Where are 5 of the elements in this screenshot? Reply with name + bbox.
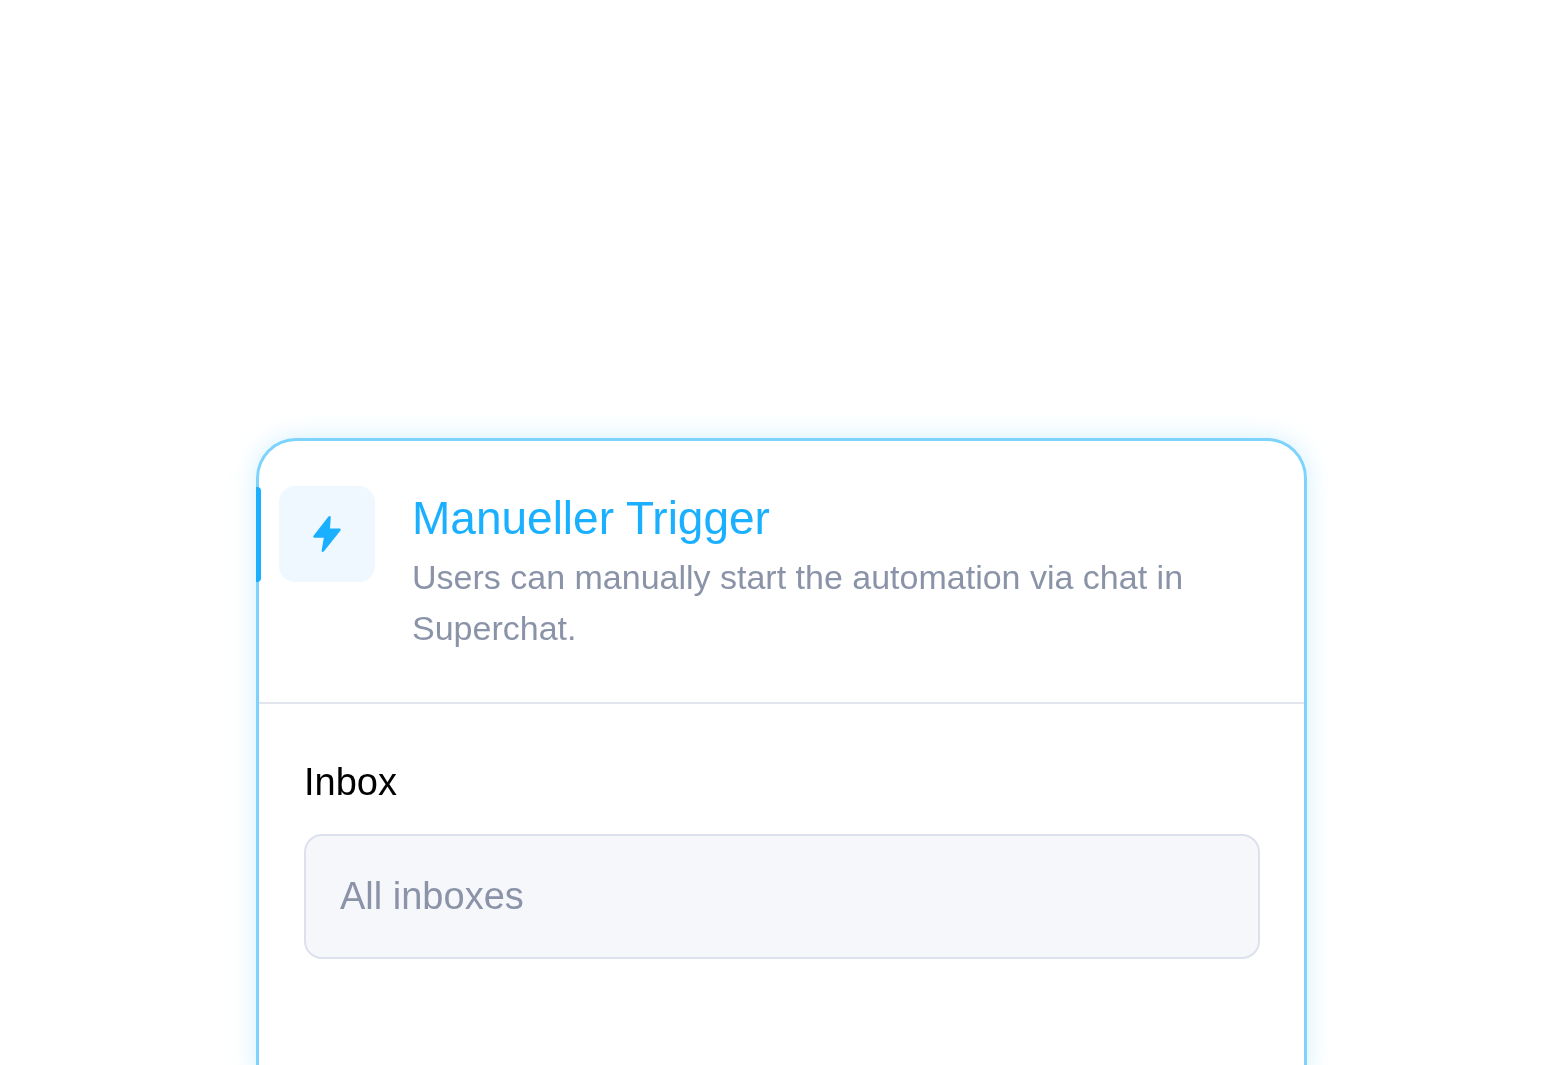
inbox-field[interactable]: All inboxes <box>304 834 1260 959</box>
trigger-description: Users can manually start the automation via chat in Superchat. <box>412 557 1185 649</box>
trigger-title: Manueller Trigger <box>412 491 771 546</box>
field-label: Inbox <box>304 760 398 805</box>
lightning-icon <box>279 486 375 582</box>
